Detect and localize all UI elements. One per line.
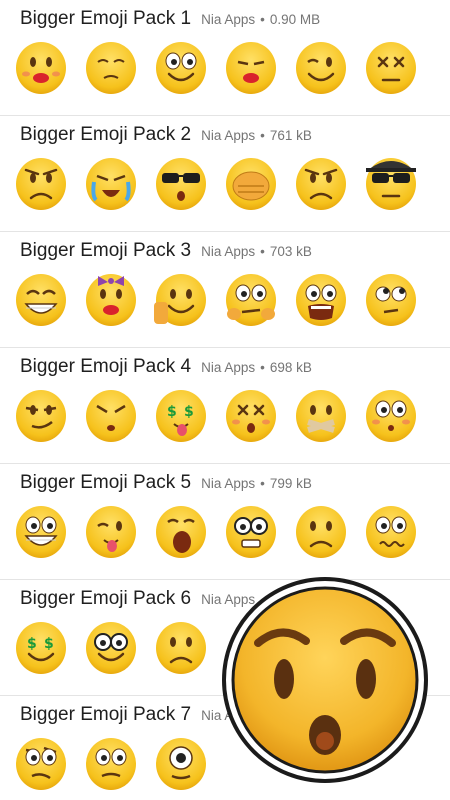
separator-dot: • [260,12,265,27]
frowning-face-icon [154,620,208,676]
money-tongue-face-icon: $ $ [154,388,208,444]
pack-title: Bigger Emoji Pack 7 [20,704,192,725]
pack-meta: Nia Apps • 698 kB [201,360,312,375]
angry-face-icon [294,156,348,212]
sunglasses-face-icon [154,156,208,212]
kissy-face-icon [14,40,68,96]
yawning-face-icon [154,504,208,560]
separator-dot: • [260,476,265,491]
pack-header: Bigger Emoji Pack 1 Nia Apps • 0.90 MB [20,8,320,30]
pack-size: 799 kB [269,476,312,491]
x-eyes-face-icon [224,388,278,444]
sticker-preview-strip [14,40,418,96]
eye-roll-face-icon [364,272,418,328]
pack-publisher: Nia Apps [201,476,256,491]
pack-title: Bigger Emoji Pack 4 [20,356,192,377]
sticker-preview-strip [14,272,418,328]
svg-text:$: $ [167,404,177,420]
separator-dot: • [260,360,265,375]
taped-mouth-face-icon [294,388,348,444]
sticker-preview-strip [14,156,418,212]
facepalm-face-icon [224,156,278,212]
pack-title: Bigger Emoji Pack 5 [20,472,192,493]
grinning-face-icon [14,272,68,328]
smirk-face-icon [14,388,68,444]
pack-size: 698 kB [269,360,312,375]
pack-title: Bigger Emoji Pack 3 [20,240,192,261]
ghost-face-icon [84,388,138,444]
sticker-preview-strip [14,736,208,792]
sticker-preview-strip: $ $ [14,620,208,676]
sticker-pack-row[interactable]: Bigger Emoji Pack 2 Nia Apps • 761 kB [0,116,450,232]
lipstick-kiss-icon [224,40,278,96]
hushed-face-icon [220,575,430,785]
wavy-mouth-face-icon [364,504,418,560]
separator-dot: • [260,244,265,259]
hat-sunglasses-face-icon [364,156,418,212]
pack-header: Bigger Emoji Pack 5 Nia Apps • 799 kB [20,472,312,494]
thinking-face-icon [224,272,278,328]
pack-size: 0.90 MB [269,12,321,27]
pack-title: Bigger Emoji Pack 1 [20,8,192,29]
sticker-pack-row[interactable]: Bigger Emoji Pack 3 Nia Apps • 703 kB [0,232,450,348]
cyclops-face-icon [154,736,208,792]
pack-header: Bigger Emoji Pack 4 Nia Apps • 698 kB [20,356,312,378]
nerd-face-icon [224,504,278,560]
pack-title: Bigger Emoji Pack 6 [20,588,192,609]
knocked-out-face-icon [364,40,418,96]
frustrated-face-icon [14,156,68,212]
sticker-pack-row[interactable]: Bigger Emoji Pack 5 Nia Apps • 799 kB [0,464,450,580]
pack-header: Bigger Emoji Pack 3 Nia Apps • 703 kB [20,240,312,262]
blushing-face-icon [364,388,418,444]
crying-face-icon [84,156,138,212]
sticker-pack-row[interactable]: Bigger Emoji Pack 4 Nia Apps • 698 kB $ $ [0,348,450,464]
sticker-preview-strip: $ $ [14,388,418,444]
sticker-preview-strip [14,504,418,560]
bow-face-icon [84,272,138,328]
worried-face-icon [294,504,348,560]
pack-meta: Nia Apps • 799 kB [201,476,312,491]
pack-title: Bigger Emoji Pack 2 [20,124,192,145]
sticker-pack-row[interactable]: Bigger Emoji Pack 1 Nia Apps • 0.90 MB [0,0,450,116]
pack-publisher: Nia Apps [201,128,256,143]
skeptical-face-icon [14,736,68,792]
separator-dot: • [260,128,265,143]
smiling-face-icon [154,40,208,96]
pack-size: 761 kB [269,128,312,143]
svg-text:$: $ [27,636,37,652]
svg-text:$: $ [44,636,54,652]
glasses-face-icon [84,620,138,676]
pack-meta: Nia Apps • 761 kB [201,128,312,143]
money-eyes-face-icon: $ $ [14,620,68,676]
pack-publisher: Nia Apps [201,12,256,27]
pack-header: Bigger Emoji Pack 2 Nia Apps • 761 kB [20,124,312,146]
rock-hand-face-icon [154,272,208,328]
shocked-face-icon [294,272,348,328]
tongue-out-face-icon [84,504,138,560]
pack-meta: Nia Apps • 703 kB [201,244,312,259]
grin-face-icon [14,504,68,560]
omg-face-icon [84,736,138,792]
pack-meta: Nia Apps • 0.90 MB [201,12,320,27]
pack-publisher: Nia Apps [201,244,256,259]
svg-text:$: $ [184,404,194,420]
pack-publisher: Nia Apps [201,360,256,375]
dizzy-face-icon [84,40,138,96]
winking-face-icon [294,40,348,96]
pack-size: 703 kB [269,244,312,259]
